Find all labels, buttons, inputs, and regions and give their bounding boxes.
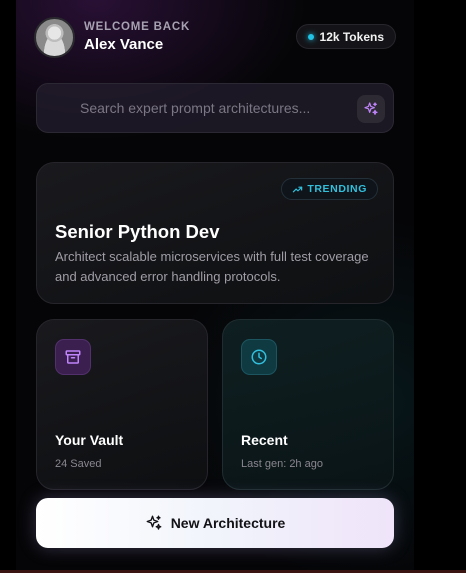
header: WELCOME BACK Alex Vance 12k Tokens xyxy=(34,16,396,58)
sparkles-icon xyxy=(146,515,162,530)
featured-description: Architect scalable microservices with fu… xyxy=(55,249,369,284)
vault-icon-box xyxy=(55,339,91,375)
clock-icon xyxy=(251,349,267,365)
status-dot-icon xyxy=(307,33,314,40)
archive-icon xyxy=(65,350,81,364)
trending-label: TRENDING xyxy=(307,183,367,195)
recent-icon-box xyxy=(241,339,277,375)
background-gutter xyxy=(414,0,466,573)
avatar[interactable] xyxy=(34,16,75,58)
featured-title: Senior Python Dev xyxy=(55,221,220,242)
tokens-label: 12k Tokens xyxy=(319,29,384,44)
user-name: Alex Vance xyxy=(84,36,164,53)
trending-up-icon xyxy=(293,186,303,192)
trending-badge: TRENDING xyxy=(281,178,378,200)
recent-title: Recent xyxy=(241,432,288,448)
sparkles-icon xyxy=(364,102,378,115)
welcome-block: WELCOME BACK Alex Vance xyxy=(84,21,190,53)
app-screen: WELCOME BACK Alex Vance 12k Tokens Searc… xyxy=(16,0,414,573)
search-input[interactable]: Search expert prompt architectures... xyxy=(80,100,310,116)
vault-card[interactable]: Your Vault 24 Saved xyxy=(36,319,208,490)
ai-search-button[interactable] xyxy=(357,95,385,123)
recent-subtitle: Last gen: 2h ago xyxy=(241,458,323,470)
vault-subtitle: 24 Saved xyxy=(55,458,102,470)
new-architecture-label: New Architecture xyxy=(170,515,286,531)
tokens-badge[interactable]: 12k Tokens xyxy=(295,24,396,49)
welcome-kicker: WELCOME BACK xyxy=(84,21,191,33)
vault-title: Your Vault xyxy=(55,432,124,448)
featured-card[interactable]: TRENDING Senior Python Dev Architect sca… xyxy=(36,162,394,304)
recent-card[interactable]: Recent Last gen: 2h ago xyxy=(222,319,394,490)
new-architecture-button[interactable]: New Architecture xyxy=(36,498,394,548)
search-bar[interactable]: Search expert prompt architectures... xyxy=(36,83,394,133)
